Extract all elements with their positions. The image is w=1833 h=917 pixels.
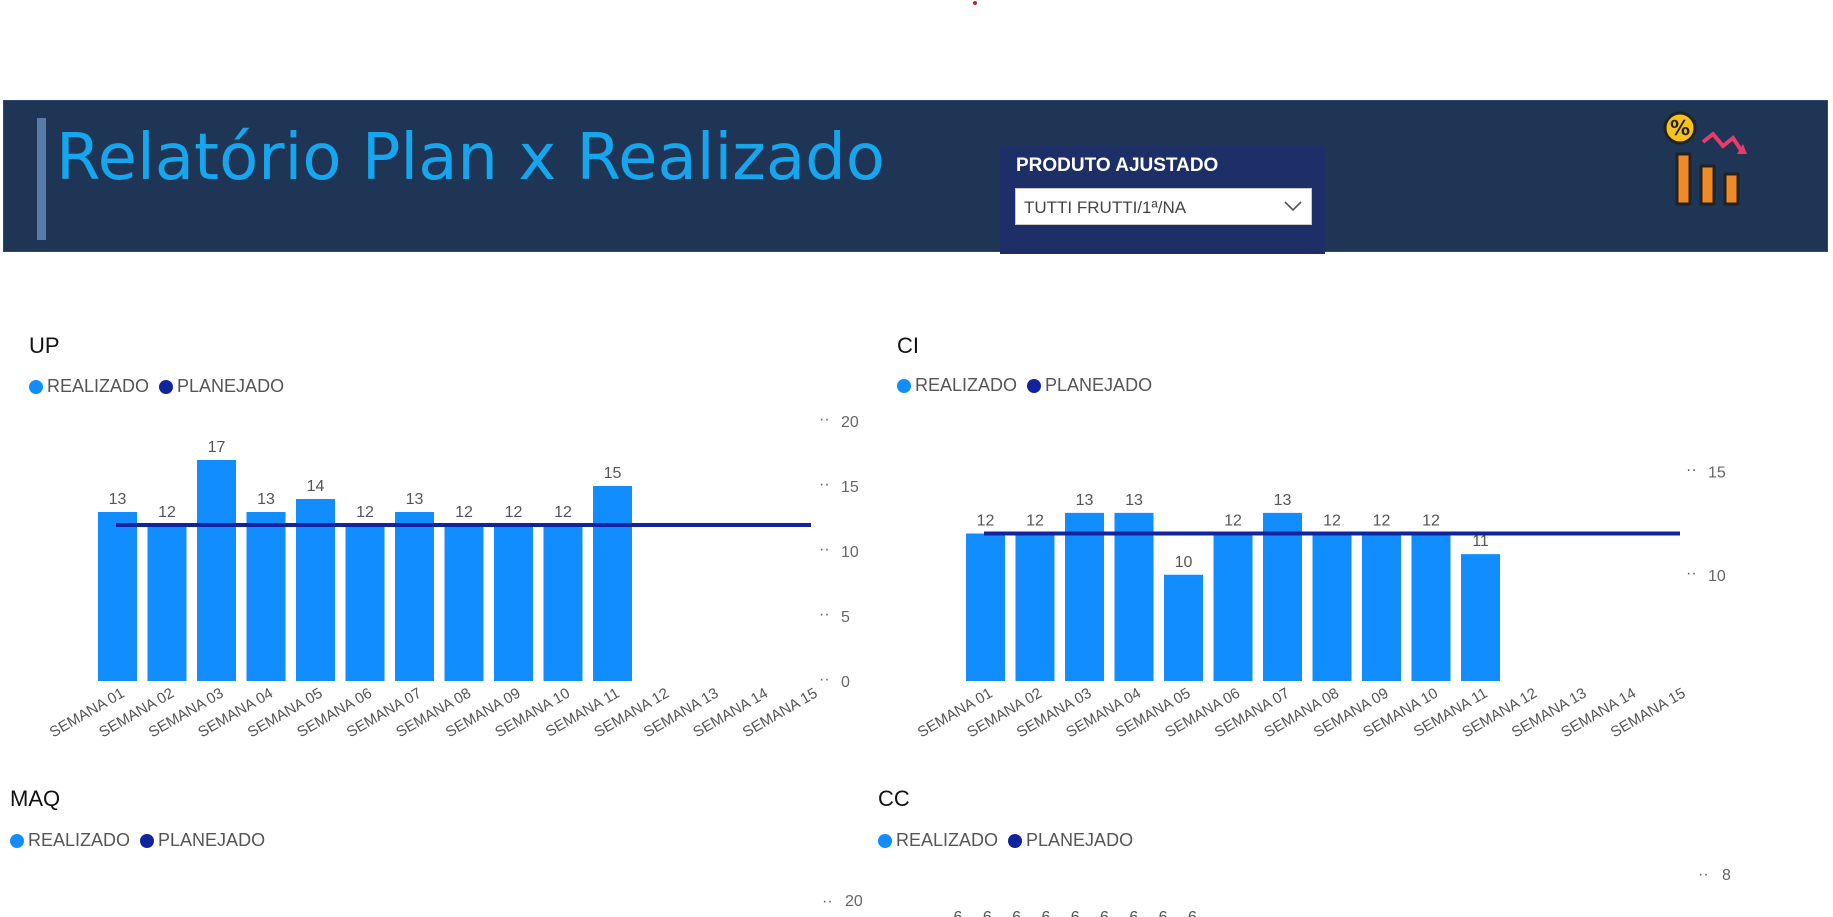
data-label: 6 xyxy=(1159,909,1168,917)
data-label: 6 xyxy=(983,909,992,917)
data-label: 6 xyxy=(1071,909,1080,917)
data-label: 6 xyxy=(1041,909,1050,917)
data-label: 6 xyxy=(954,909,963,917)
data-label: 6 xyxy=(1129,909,1138,917)
y-tick-label: 8 xyxy=(1722,867,1731,884)
data-label: 6 xyxy=(1188,909,1197,917)
chart-cc: ·· 8 6 6 6 6 6 6 6 6 6 xyxy=(954,866,1731,917)
y-tick-dots: ·· xyxy=(1698,866,1709,883)
data-label: 6 xyxy=(1100,909,1109,917)
data-label: 6 xyxy=(1012,909,1021,917)
